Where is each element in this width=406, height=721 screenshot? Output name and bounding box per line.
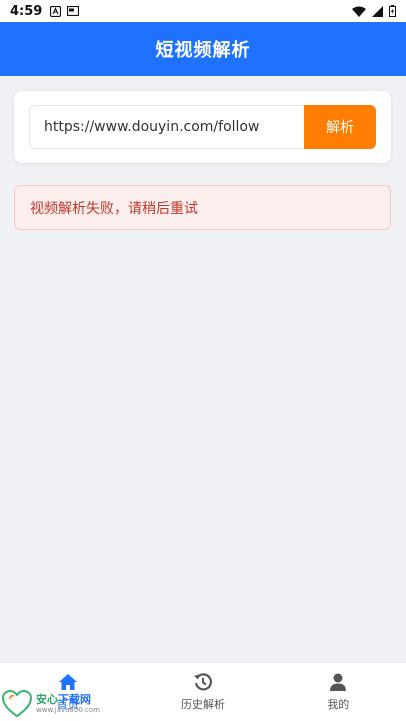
watermark-url: www.java800.com [36, 706, 100, 714]
history-icon [193, 673, 212, 691]
heart-logo-icon [2, 690, 32, 718]
watermark-name-b: 下载网 [58, 693, 91, 706]
status-bar: 4:59 [0, 0, 406, 22]
parse-button[interactable]: 解析 [304, 105, 376, 149]
status-time: 4:59 [10, 3, 43, 19]
error-alert: 视频解析失败，请稍后重试 [14, 185, 391, 230]
nav-label-history: 历史解析 [180, 698, 225, 711]
user-icon [330, 673, 347, 691]
app-header: 短视频解析 [0, 22, 406, 76]
status-left-icons [50, 5, 80, 17]
nav-item-profile[interactable]: 我的 [271, 663, 406, 721]
home-icon [58, 674, 77, 690]
battery-icon [389, 5, 396, 17]
watermark-logo: 安心下载网 www.java800.com [2, 690, 100, 718]
wifi-icon [352, 6, 366, 17]
page-title: 短视频解析 [155, 40, 251, 61]
window-icon [67, 6, 80, 16]
watermark-name: 安心下载网 [36, 694, 100, 705]
search-card: 解析 [14, 91, 391, 163]
url-input[interactable] [29, 105, 306, 149]
nav-label-profile: 我的 [327, 698, 350, 711]
signal-icon [372, 5, 383, 17]
a-icon [50, 5, 62, 17]
watermark-name-a: 安心 [36, 693, 58, 706]
nav-item-history[interactable]: 历史解析 [135, 663, 270, 721]
status-right-icons [352, 5, 396, 17]
error-message: 视频解析失败，请稍后重试 [30, 200, 198, 217]
